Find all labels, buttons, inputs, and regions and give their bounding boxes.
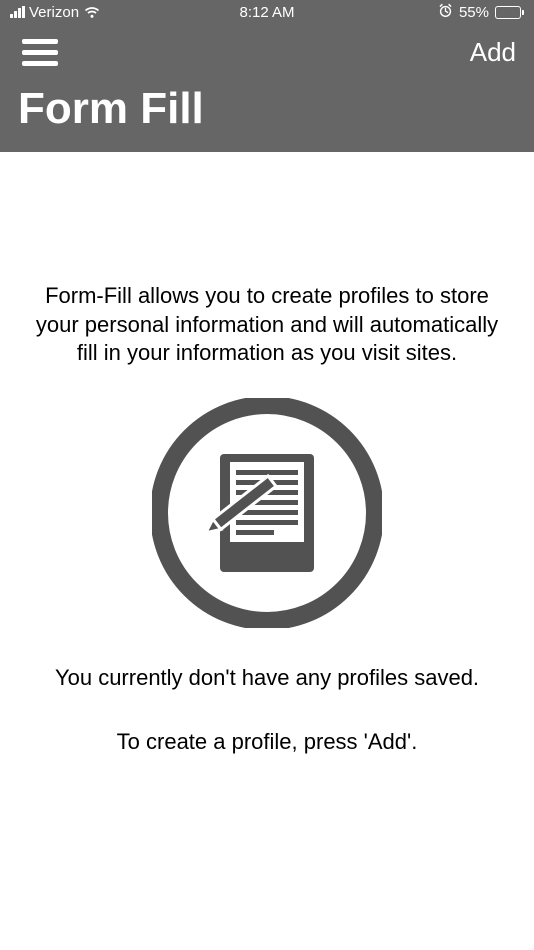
status-time: 8:12 AM — [239, 4, 294, 21]
status-left: Verizon — [10, 4, 101, 21]
form-fill-illustration-icon — [28, 398, 506, 628]
empty-state-text: You currently don't have any profiles sa… — [28, 664, 506, 693]
main-content: Form-Fill allows you to create profiles … — [0, 152, 534, 757]
alarm-icon — [438, 3, 453, 21]
add-button[interactable]: Add — [470, 37, 516, 68]
status-bar: Verizon 8:12 AM 55% — [0, 0, 534, 24]
app-header: Add Form Fill — [0, 24, 534, 152]
status-right: 55% — [438, 3, 524, 21]
carrier-label: Verizon — [29, 4, 79, 21]
battery-percent: 55% — [459, 4, 489, 21]
nav-bar: Add — [0, 24, 534, 80]
menu-icon[interactable] — [18, 35, 62, 70]
wifi-icon — [83, 5, 101, 19]
battery-icon — [495, 6, 524, 19]
signal-icon — [10, 6, 25, 18]
page-title: Form Fill — [0, 80, 534, 152]
cta-hint-text: To create a profile, press 'Add'. — [28, 728, 506, 757]
intro-text: Form-Fill allows you to create profiles … — [28, 282, 506, 368]
